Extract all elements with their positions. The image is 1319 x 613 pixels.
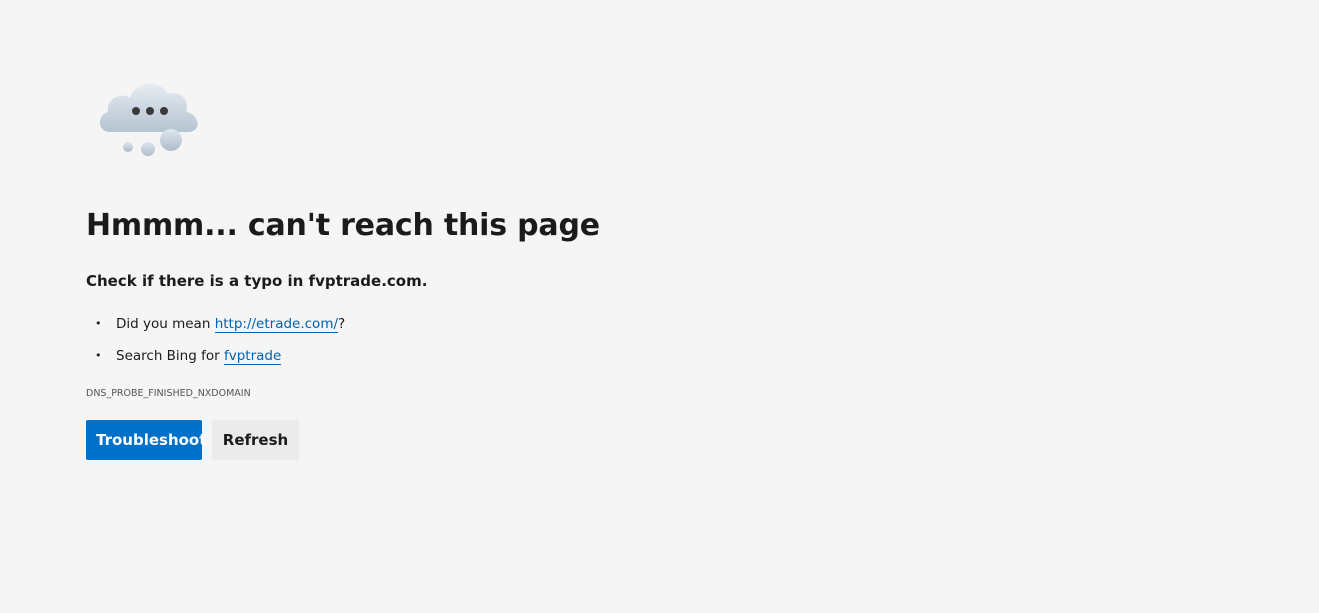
button-row: Troubleshoot Refresh [86, 420, 299, 460]
list-item: Did you mean http://etrade.com/? [86, 314, 345, 346]
suggestion-text: Search Bing for [116, 348, 224, 364]
thinking-cloud-icon [96, 76, 204, 160]
etrade-link[interactable]: http://etrade.com/ [214, 316, 339, 333]
troubleshoot-button[interactable]: Troubleshoot [86, 420, 206, 460]
error-code: DNS_PROBE_FINISHED_NXDOMAIN [86, 388, 251, 399]
list-item: Search Bing for fvptrade [86, 346, 345, 378]
bing-search-link[interactable]: fvptrade [223, 348, 282, 365]
refresh-button[interactable]: Refresh [212, 420, 299, 460]
error-page: Hmmm... can't reach this page Check if t… [0, 0, 1319, 613]
typo-hint: Check if there is a typo in fvptrade.com… [86, 272, 428, 290]
suggestion-text: Did you mean [116, 316, 215, 332]
suggestion-suffix: ? [338, 316, 346, 332]
suggestion-list: Did you mean http://etrade.com/? Search … [86, 314, 345, 378]
page-title: Hmmm... can't reach this page [86, 208, 600, 243]
